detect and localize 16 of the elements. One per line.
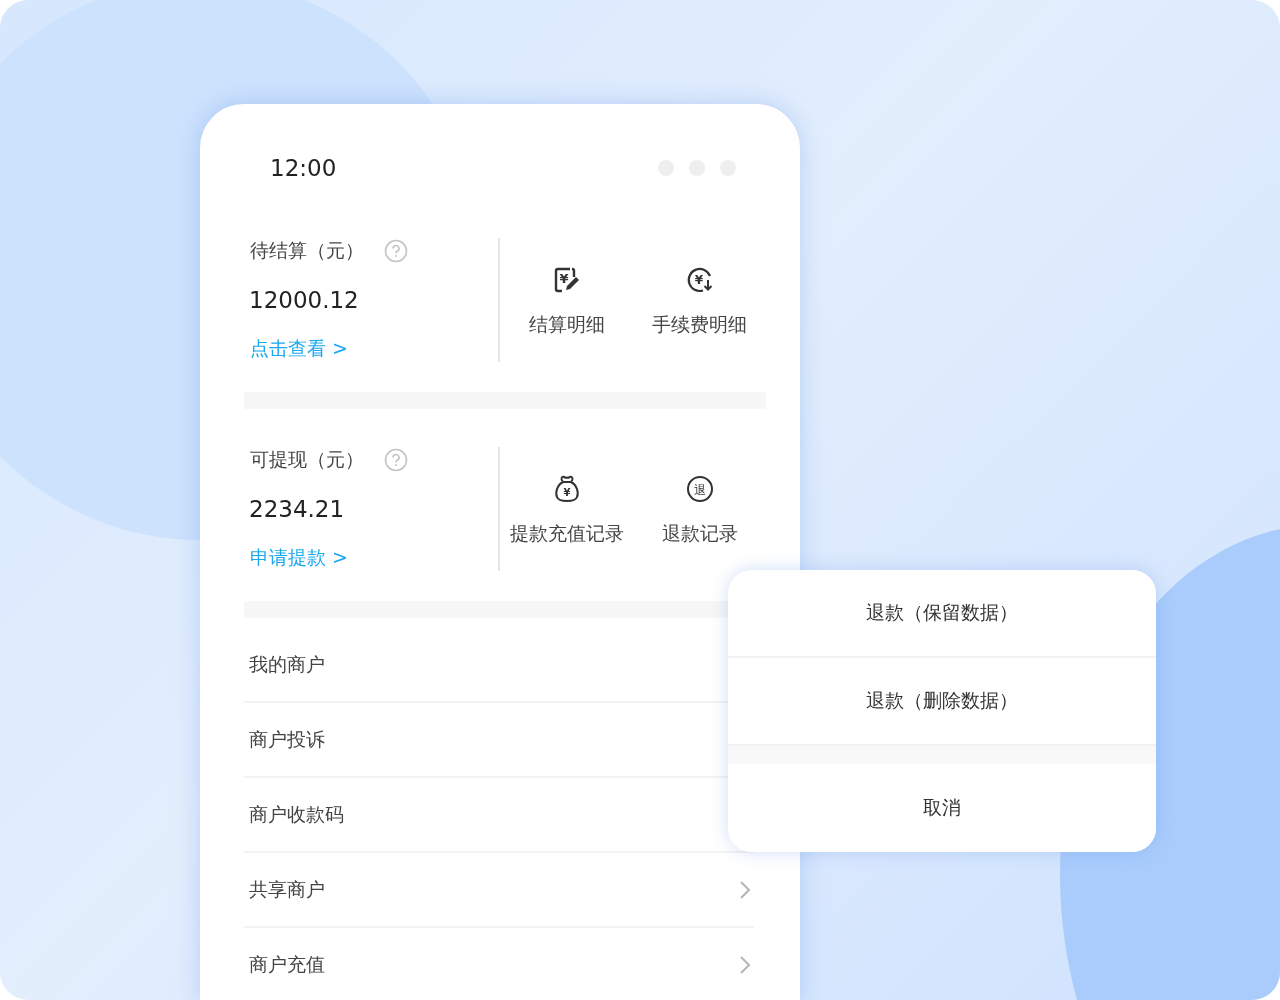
shortcut-label[interactable]: 退款记录 bbox=[661, 521, 738, 547]
sheet-option[interactable]: 退款（删除数据） bbox=[728, 658, 1156, 746]
shortcut-label[interactable]: 提款充值记录 bbox=[509, 521, 624, 547]
status-time: 12:00 bbox=[270, 155, 337, 181]
shortcut-label[interactable]: 手续费明细 bbox=[652, 312, 747, 338]
menu-item[interactable]: 共享商户 bbox=[244, 853, 754, 928]
menu-item[interactable]: 商户充值 bbox=[244, 928, 754, 1000]
balance-amount: 12000.12 bbox=[249, 287, 360, 313]
cancel-button[interactable]: 取消 bbox=[728, 764, 1156, 852]
balance-amount: 2234.21 bbox=[249, 496, 346, 522]
balance-title: 待结算（元） bbox=[250, 238, 364, 263]
shortcut-label[interactable]: 结算明细 bbox=[528, 312, 605, 338]
balance-title: 可提现（元） bbox=[250, 447, 364, 472]
sheet-option[interactable]: 退款（保留数据） bbox=[728, 570, 1156, 658]
help-icon[interactable] bbox=[384, 448, 408, 472]
help-icon[interactable] bbox=[384, 239, 408, 263]
